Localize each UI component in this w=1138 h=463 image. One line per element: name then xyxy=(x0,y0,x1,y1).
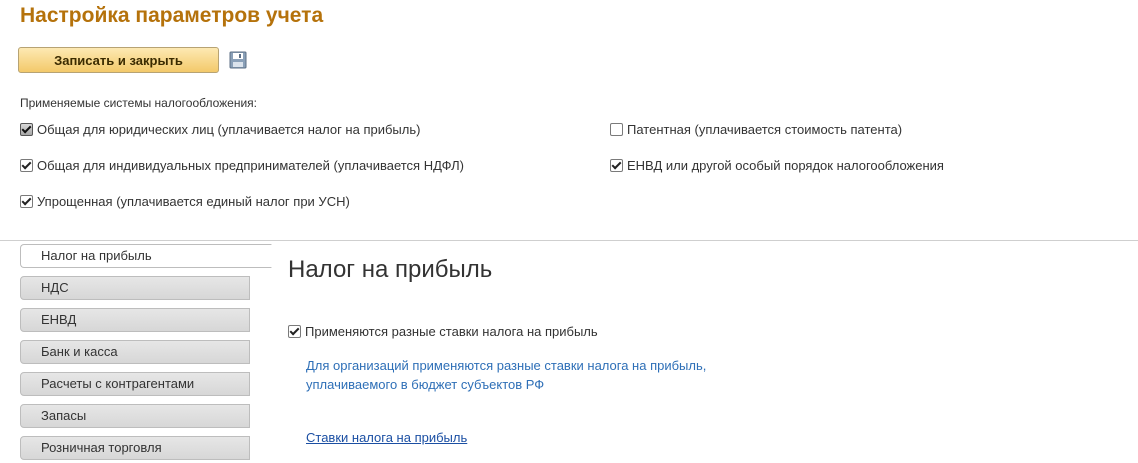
save-button[interactable] xyxy=(228,51,248,71)
tax-system-individual-entrepreneurs[interactable]: Общая для индивидуальных предпринимателе… xyxy=(20,158,464,173)
checkbox-label: Общая для юридических лиц (уплачивается … xyxy=(37,122,421,137)
tab-vat[interactable]: НДС xyxy=(20,276,250,300)
different-rates-checkbox[interactable]: Применяются разные ставки налога на приб… xyxy=(288,324,598,339)
section-divider xyxy=(0,240,1138,241)
checkbox-label: Применяются разные ставки налога на приб… xyxy=(305,324,598,339)
tax-system-envd[interactable]: ЕНВД или другой особый порядок налогообл… xyxy=(610,158,944,173)
rates-note: Для организаций применяются разные ставк… xyxy=(306,356,706,394)
panel-title: Налог на прибыль xyxy=(288,256,493,283)
checkbox-icon[interactable] xyxy=(610,123,623,136)
note-line: Для организаций применяются разные ставк… xyxy=(306,358,707,373)
note-line: уплачиваемого в бюджет субъектов РФ xyxy=(306,377,545,392)
tax-systems-label: Применяемые системы налогообложения: xyxy=(20,96,257,110)
profit-tax-rates-link[interactable]: Ставки налога на прибыль xyxy=(306,430,467,445)
checkbox-label: Упрощенная (уплачивается единый налог пр… xyxy=(37,194,350,209)
tab-envd[interactable]: ЕНВД xyxy=(20,308,250,332)
checkbox-label: Патентная (уплачивается стоимость патент… xyxy=(627,122,903,137)
save-and-close-button[interactable]: Записать и закрыть xyxy=(18,47,219,73)
floppy-disk-icon xyxy=(229,51,247,72)
page-title: Настройка параметров учета xyxy=(20,4,324,27)
tax-system-legal-entities[interactable]: Общая для юридических лиц (уплачивается … xyxy=(20,122,420,137)
tab-inventory[interactable]: Запасы xyxy=(20,404,250,428)
checkbox-icon[interactable] xyxy=(288,325,301,338)
checkbox-icon[interactable] xyxy=(20,195,33,208)
tab-counterparty-settlements[interactable]: Расчеты с контрагентами xyxy=(20,372,250,396)
checkbox-icon[interactable] xyxy=(610,159,623,172)
tax-system-patent[interactable]: Патентная (уплачивается стоимость патент… xyxy=(610,122,902,137)
tax-system-simplified[interactable]: Упрощенная (уплачивается единый налог пр… xyxy=(20,194,350,209)
checkbox-label: Общая для индивидуальных предпринимателе… xyxy=(37,158,464,173)
tab-retail[interactable]: Розничная торговля xyxy=(20,436,250,460)
tab-bank-and-cash[interactable]: Банк и касса xyxy=(20,340,250,364)
checkbox-label: ЕНВД или другой особый порядок налогообл… xyxy=(627,158,944,173)
tab-profit-tax[interactable]: Налог на прибыль xyxy=(20,244,272,268)
checkbox-icon[interactable] xyxy=(20,159,33,172)
checkbox-icon[interactable] xyxy=(20,123,33,136)
